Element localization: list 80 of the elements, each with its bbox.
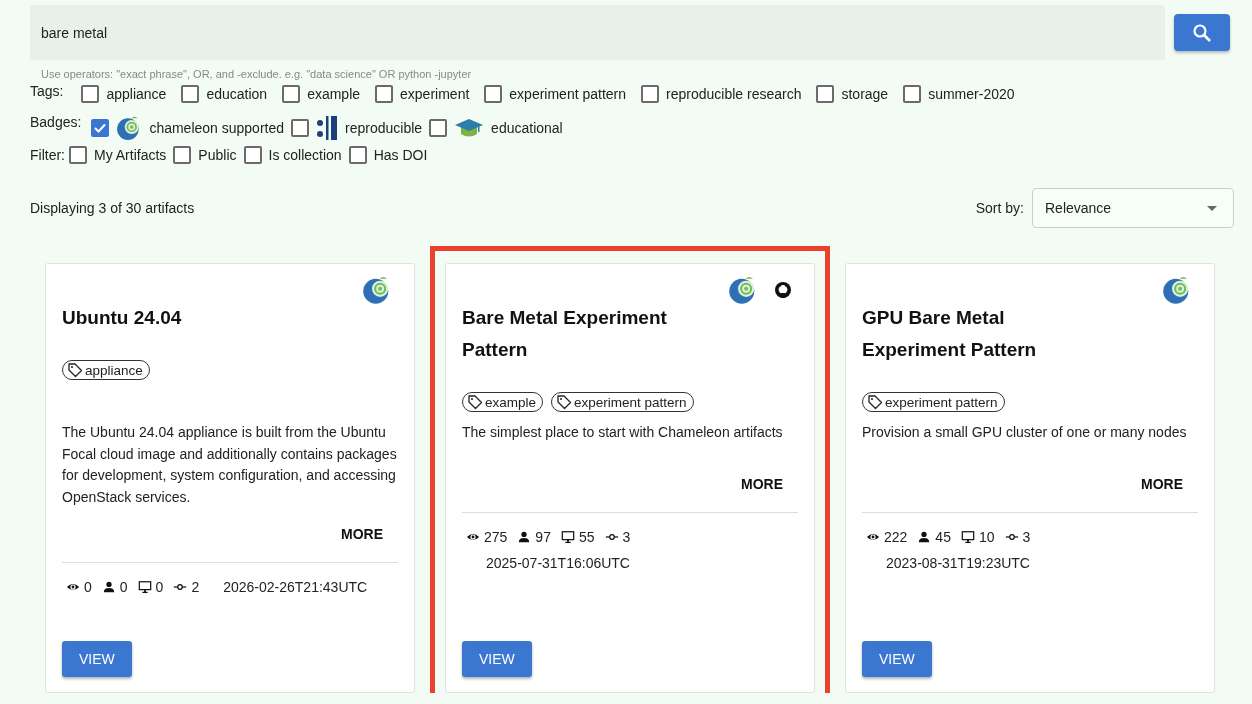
stat-count: 55 (578, 529, 595, 545)
option-label[interactable]: education (206, 86, 268, 102)
view-button[interactable]: VIEW (462, 641, 532, 677)
stat-count: 45 (935, 529, 951, 545)
option-label[interactable]: experiment pattern (509, 86, 627, 102)
stat-count: 3 (622, 529, 631, 545)
checkbox[interactable] (641, 85, 660, 103)
checkmark-icon (93, 121, 108, 135)
stat-count: 0 (119, 579, 128, 595)
checkbox[interactable] (173, 146, 192, 164)
search-button[interactable] (1174, 14, 1230, 51)
search-hint: Use operators: "exact phrase", OR, and -exclude. e.g. "data science" OR python -jupyter (41, 68, 473, 80)
option-label[interactable]: chameleon supported (149, 120, 285, 136)
option-label[interactable]: summer-2020 (928, 86, 1015, 102)
checkbox[interactable] (429, 119, 448, 137)
view-button[interactable]: VIEW (62, 641, 132, 677)
stat-count: 10 (978, 529, 995, 545)
option-label[interactable]: reproducible research (666, 86, 802, 102)
checkbox[interactable] (484, 85, 503, 103)
tag-icon (67, 362, 83, 378)
checkbox[interactable] (291, 119, 310, 137)
stat-count: 97 (535, 529, 551, 545)
option-label[interactable]: educational (491, 120, 563, 136)
tag-icon (467, 394, 483, 410)
sort-label: Sort by: (975, 200, 1024, 216)
stat-count: 0 (84, 579, 92, 595)
checkbox[interactable] (181, 85, 200, 103)
option-label[interactable]: storage (841, 86, 889, 102)
checkbox[interactable] (243, 146, 262, 164)
person-icon (101, 580, 116, 594)
stat-count: 0 (155, 579, 164, 595)
card-title: Bare Metal Experiment Pattern (462, 306, 668, 362)
dots-and-bar-icon (316, 115, 339, 141)
checkbox[interactable] (348, 146, 367, 164)
option-label[interactable]: My Artifacts (94, 147, 167, 163)
option-label[interactable]: Public (198, 147, 237, 163)
filter-label: Filter: (30, 146, 65, 164)
checkbox[interactable] (69, 146, 87, 164)
person-icon (517, 530, 532, 544)
view-button[interactable]: VIEW (862, 641, 932, 677)
option-label[interactable]: Has DOI (373, 147, 428, 163)
more-button[interactable]: MORE (726, 470, 798, 498)
checkbox[interactable] (375, 85, 394, 103)
checkbox[interactable] (903, 85, 922, 103)
stat-count: 3 (1022, 529, 1031, 545)
option-label[interactable]: experiment (400, 86, 470, 102)
card-description: Provision a small GPU cluster of one or many nodes (862, 423, 1188, 442)
more-button[interactable]: MORE (326, 520, 398, 548)
stat-count: 2 (191, 579, 200, 595)
option-label[interactable]: appliance (106, 86, 167, 102)
dropdown-caret-icon (1207, 205, 1217, 211)
updated-date: 2025-07-31T16:06UTC (486, 555, 631, 571)
results-summary: Displaying 3 of 30 artifacts (30, 200, 195, 216)
card-description: The simplest place to start with Chameleon artifacts (462, 423, 784, 442)
person-icon (917, 530, 932, 544)
updated-date: 2026-02-26T21:43UTC (223, 579, 369, 595)
monitor-icon (960, 530, 975, 544)
filter-label: Badges: (30, 113, 82, 131)
monitor-icon (560, 530, 575, 544)
checkbox[interactable] (282, 85, 301, 103)
tag-icon (556, 394, 573, 410)
search-icon (1192, 22, 1212, 43)
option-label[interactable]: Is collection (268, 147, 342, 163)
option-label[interactable]: reproducible (345, 120, 423, 136)
sort-dropdown[interactable]: Relevance (1032, 188, 1234, 228)
stat-count: 275 (484, 529, 508, 545)
updated-date: 2023-08-31T19:23UTC (886, 555, 1031, 571)
search-field[interactable]: bare metal (30, 5, 1165, 60)
filter-label: Tags: (30, 82, 64, 100)
checkbox[interactable] (81, 85, 100, 103)
tag-icon (867, 394, 883, 410)
checkbox[interactable] (91, 119, 110, 137)
more-button[interactable]: MORE (1126, 470, 1198, 498)
card-title: GPU Bare Metal Experiment Pattern (862, 306, 1038, 362)
checkbox[interactable] (816, 85, 835, 103)
stat-count: 222 (884, 529, 908, 545)
monitor-icon (137, 580, 152, 594)
option-label[interactable]: example (307, 86, 361, 102)
card-title: Ubuntu 24.04 (62, 306, 182, 330)
card-description: The Ubuntu 24.04 appliance is built from the Ubuntu Focal cloud image and additionally contains packages for development, system configuration, and accessing OpenStack services. (62, 423, 398, 507)
